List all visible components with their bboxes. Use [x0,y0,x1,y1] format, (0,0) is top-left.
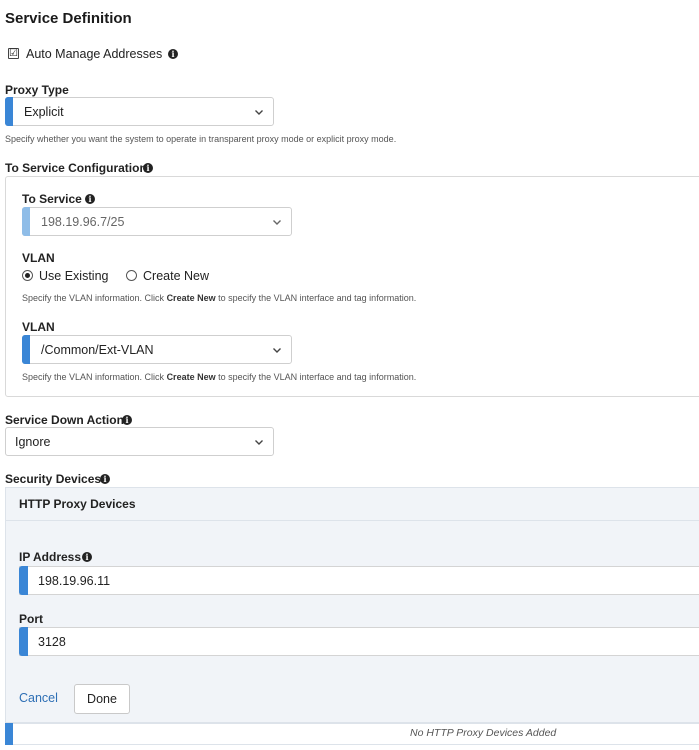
proxy-type-help: Specify whether you want the system to o… [5,134,397,144]
use-existing-label[interactable]: Use Existing [39,269,108,283]
help-link-text: Create New [166,372,216,382]
help-text: Specify the VLAN information. Click [22,293,167,303]
to-service-value: 198.19.96.7/25 [41,214,125,229]
required-indicator [19,627,28,656]
help-text: Specify the VLAN information. Click [22,372,167,382]
required-indicator [5,723,13,745]
service-down-action-label: Service Down Action [5,413,124,427]
panel-divider [5,520,699,521]
ip-address-value: 198.19.96.11 [38,573,111,588]
empty-devices-text: No HTTP Proxy Devices Added [410,727,557,739]
chevron-down-icon [255,109,263,115]
service-down-action-select[interactable]: Ignore [5,427,274,456]
auto-manage-label[interactable]: Auto Manage Addresses [26,47,162,61]
http-proxy-devices-title: HTTP Proxy Devices [19,497,136,511]
proxy-type-value: Explicit [24,104,64,119]
devices-empty-row [5,723,699,745]
chevron-down-icon [273,347,281,353]
cancel-button[interactable]: Cancel [19,691,58,705]
chevron-down-icon [255,439,263,445]
required-indicator [19,566,28,595]
required-indicator [22,207,30,236]
ip-address-label: IP Address [19,550,82,564]
auto-manage-info-icon[interactable]: i [168,49,178,59]
port-field[interactable]: 3128 [19,627,699,656]
to-service-label: To Service [22,192,82,206]
required-indicator [22,335,30,364]
help-text: to specify the VLAN interface and tag in… [215,293,417,303]
auto-manage-checkbox[interactable]: ☑ [8,48,19,59]
vlan-help: Specify the VLAN information. Click Crea… [22,372,416,382]
vlan-mode-help: Specify the VLAN information. Click Crea… [22,293,416,303]
section-title: Service Definition [5,10,132,27]
use-existing-radio[interactable] [22,270,33,281]
port-value: 3128 [38,634,66,649]
help-link-text: Create New [166,293,216,303]
vlan-select[interactable]: /Common/Ext-VLAN [22,335,292,364]
help-text: to specify the VLAN interface and tag in… [215,372,417,382]
security-devices-info-icon[interactable]: i [100,474,110,484]
chevron-down-icon [273,219,281,225]
proxy-type-select[interactable]: Explicit [5,97,274,126]
to-service-config-label: To Service Configuration [5,161,147,175]
create-new-radio[interactable] [126,270,137,281]
proxy-type-label: Proxy Type [5,83,69,97]
done-button[interactable]: Done [74,684,130,714]
port-label: Port [19,612,43,626]
required-indicator [5,97,13,126]
to-service-config-info-icon[interactable]: i [143,163,153,173]
to-service-select[interactable]: 198.19.96.7/25 [22,207,292,236]
service-down-action-value: Ignore [15,434,51,449]
ip-address-field[interactable]: 198.19.96.11 [19,566,699,595]
vlan-label: VLAN [22,320,55,334]
to-service-info-icon[interactable]: i [85,194,95,204]
vlan-value: /Common/Ext-VLAN [41,342,154,357]
vlan-mode-label: VLAN [22,251,55,265]
ip-address-info-icon[interactable]: i [82,552,92,562]
security-devices-label: Security Devices [5,472,102,486]
service-down-action-info-icon[interactable]: i [122,415,132,425]
create-new-label[interactable]: Create New [143,269,209,283]
